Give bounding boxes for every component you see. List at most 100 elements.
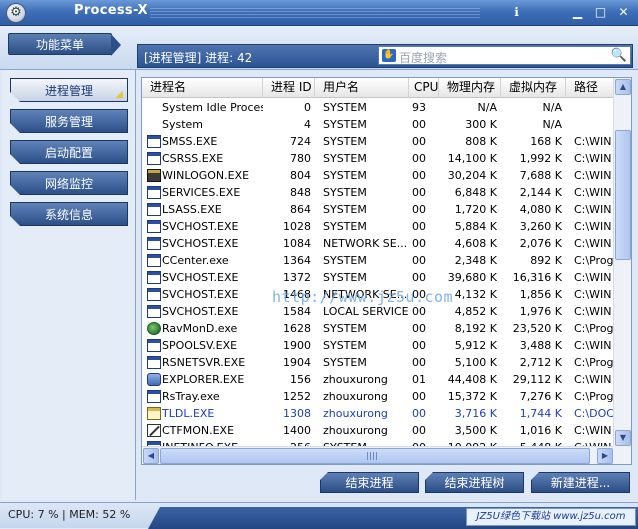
search-icon[interactable]: 🔍 xyxy=(611,48,627,63)
table-row[interactable]: CTFMON.EXE 1400 zhouxurong 00 3,500 K 1,016 K… xyxy=(142,422,614,439)
column-header-memory[interactable]: 物理内存 xyxy=(439,78,501,98)
scroll-left-icon[interactable]: ◀ xyxy=(143,448,159,464)
process-vmemory: 1,016 K xyxy=(519,424,562,437)
scroll-up-icon[interactable]: ▲ xyxy=(615,79,631,95)
table-row[interactable]: System 4 SYSTEM 00 300 K N/A xyxy=(142,116,614,133)
sidebar-item-process[interactable]: 进程管理 ◢ xyxy=(10,78,128,102)
table-row[interactable]: SMSS.EXE 724 SYSTEM 00 808 K 168 K C:\WIN xyxy=(142,133,614,150)
close-icon[interactable]: ✕ xyxy=(615,4,632,21)
process-icon-cell xyxy=(142,218,162,235)
window-title: Process-X xyxy=(74,3,148,18)
process-user: SYSTEM xyxy=(323,356,367,369)
scroll-right-icon[interactable]: ▶ xyxy=(597,448,613,464)
table-row[interactable]: SVCHOST.EXE 1372 SYSTEM 00 39,680 K 16,316 K C… xyxy=(142,269,614,286)
process-user: SYSTEM xyxy=(323,220,367,233)
process-user: SYSTEM xyxy=(323,101,367,114)
vertical-scrollbar[interactable]: ▲ ▼ xyxy=(613,78,631,447)
process-path: C:\DOC xyxy=(574,407,614,420)
column-header-cpu[interactable]: CPU xyxy=(409,78,439,98)
process-memory: 44,408 K xyxy=(447,373,497,386)
process-pid: 1372 xyxy=(283,271,311,284)
minimize-icon[interactable]: ▁ xyxy=(569,4,586,21)
sidebar-item-network[interactable]: 网络监控 xyxy=(10,171,128,195)
table-row[interactable]: CCenter.exe 1364 SYSTEM 00 2,348 K 892 K C:\Pr… xyxy=(142,252,614,269)
process-name: SVCHOST.EXE xyxy=(162,237,239,250)
new-process-button[interactable]: 新建进程... xyxy=(531,472,630,493)
process-pid: 1628 xyxy=(283,322,311,335)
process-memory: 5,912 K xyxy=(454,339,497,352)
column-header-path[interactable]: 路径 xyxy=(566,78,614,98)
site-brand-badge: JZ5U绿色下载站 www.jz5u.com xyxy=(466,508,636,526)
process-name: LSASS.EXE xyxy=(162,203,222,216)
maximize-icon[interactable]: □ xyxy=(592,4,609,21)
table-row[interactable]: SPOOLSV.EXE 1900 SYSTEM 00 5,912 K 3,488 K C:\… xyxy=(142,337,614,354)
table-row[interactable]: EXPLORER.EXE 156 zhouxurong 01 44,408 K 29,11… xyxy=(142,371,614,388)
process-memory: 300 K xyxy=(465,118,497,131)
process-name: SVCHOST.EXE xyxy=(162,220,239,233)
process-icon-cell xyxy=(142,201,162,218)
process-cpu: 00 xyxy=(412,322,426,335)
app-gear-icon[interactable]: ⚙ xyxy=(6,3,26,23)
process-cpu: 93 xyxy=(412,101,426,114)
vertical-scroll-thumb[interactable] xyxy=(615,130,631,260)
process-icon-cell xyxy=(142,422,162,439)
column-header-vmemory[interactable]: 虚拟内存 xyxy=(501,78,566,98)
process-icon-cell xyxy=(142,303,162,320)
table-row[interactable]: RSNETSVR.EXE 1904 SYSTEM 00 5,100 K 2,712 K C:… xyxy=(142,354,614,371)
process-user: SYSTEM xyxy=(323,254,367,267)
table-row[interactable]: SERVICES.EXE 848 SYSTEM 00 6,848 K 2,144 K C:\… xyxy=(142,184,614,201)
column-header-pid[interactable]: 进程 ID xyxy=(263,78,315,98)
table-row[interactable]: RavMonD.exe 1628 SYSTEM 00 8,192 K 23,520 K C:… xyxy=(142,320,614,337)
process-memory: 15,372 K xyxy=(447,390,497,403)
end-process-button[interactable]: 结束进程 xyxy=(320,472,419,493)
table-row[interactable]: TLDL.EXE 1308 zhouxurong 00 3,716 K 1,744 K C:… xyxy=(142,405,614,422)
process-memory: 39,680 K xyxy=(447,271,497,284)
sidebar-item-sysinfo[interactable]: 系统信息 xyxy=(10,202,128,226)
process-vmemory: 1,856 K xyxy=(519,288,562,301)
process-path: C:\WIN xyxy=(574,203,612,216)
process-icon-cell xyxy=(142,99,162,116)
end-process-tree-button[interactable]: 结束进程树 xyxy=(425,472,524,493)
process-memory: 6,848 K xyxy=(454,186,497,199)
sidebar-item-label: 启动配置 xyxy=(44,146,93,160)
sidebar-item-label: 进程管理 xyxy=(44,84,93,98)
table-row[interactable]: LSASS.EXE 864 SYSTEM 00 1,720 K 4,080 K C:\WIN xyxy=(142,201,614,218)
process-pid: 1400 xyxy=(283,424,311,437)
process-cpu: 00 xyxy=(412,339,426,352)
scroll-down-icon[interactable]: ▼ xyxy=(615,430,631,446)
table-row[interactable]: CSRSS.EXE 780 SYSTEM 00 14,100 K 1,992 K C:\WI… xyxy=(142,150,614,167)
process-cpu: 00 xyxy=(412,424,426,437)
process-path: C:\Prog xyxy=(574,322,614,335)
process-name: SVCHOST.EXE xyxy=(162,271,239,284)
process-pid: 804 xyxy=(290,169,311,182)
search-input[interactable]: ✋ 百度搜索 🔍 xyxy=(378,46,631,65)
column-header-user[interactable]: 用户名 xyxy=(315,78,409,98)
process-vmemory: 2,712 K xyxy=(519,356,562,369)
process-name: WINLOGON.EXE xyxy=(162,169,250,182)
help-icon[interactable]: ℹ xyxy=(508,4,525,21)
process-icon-cell xyxy=(142,184,162,201)
process-name: RsTray.exe xyxy=(162,390,220,403)
table-row[interactable]: System Idle Process 0 SYSTEM 93 N/A N/A xyxy=(142,99,614,116)
process-count-info: [进程管理] 进程: 42 xyxy=(144,51,253,65)
process-user: SYSTEM xyxy=(323,152,367,165)
horizontal-scroll-thumb[interactable] xyxy=(160,448,590,464)
process-icon-cell xyxy=(142,337,162,354)
sidebar-item-services[interactable]: 服务管理 xyxy=(10,109,128,133)
window-icon xyxy=(147,186,161,199)
horizontal-scrollbar[interactable]: ◀ ▶ xyxy=(142,446,614,464)
table-row[interactable]: SVCHOST.EXE 1084 NETWORK SE... 00 4,608 K 2,0… xyxy=(142,235,614,252)
process-memory: 5,884 K xyxy=(454,220,497,233)
table-row[interactable]: SVCHOST.EXE 1028 SYSTEM 00 5,884 K 3,260 K C:\… xyxy=(142,218,614,235)
process-path: C:\WIN xyxy=(574,288,612,301)
table-row[interactable]: RsTray.exe 1252 zhouxurong 00 15,372 K 7,276 … xyxy=(142,388,614,405)
process-icon-cell xyxy=(142,371,162,388)
lock-icon xyxy=(147,169,161,182)
table-row[interactable]: WINLOGON.EXE 804 SYSTEM 00 30,204 K 7,688 K C:… xyxy=(142,167,614,184)
process-vmemory: 4,080 K xyxy=(519,203,562,216)
function-menu-button[interactable]: 功能菜单 xyxy=(8,33,121,56)
column-header-name[interactable]: 进程名 xyxy=(142,78,263,98)
sidebar-item-label: 系统信息 xyxy=(44,208,93,222)
sidebar-item-startup[interactable]: 启动配置 xyxy=(10,140,128,164)
process-user: SYSTEM xyxy=(323,186,367,199)
